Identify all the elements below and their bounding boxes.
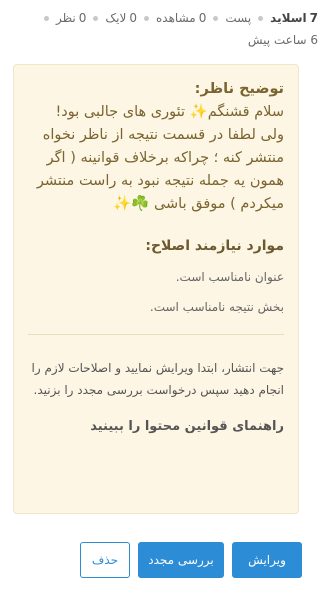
post-type-stat: پست — [225, 7, 251, 29]
fix-item: بخش نتیجه نامناسب است. — [149, 300, 284, 314]
comments-stat: 0 نظر — [56, 7, 86, 29]
views-count: 0 — [198, 11, 207, 25]
likes-stat: 0 لایک — [105, 7, 137, 29]
reviewer-note-text: سلام قشنگم✨ تئوری های جالبی بود! ولی لطف… — [36, 104, 284, 212]
post-time: 6 ساعت پیش — [247, 33, 318, 47]
likes-label: لایک — [105, 11, 127, 25]
time-stat: 6 ساعت پیش — [248, 29, 318, 51]
action-buttons: ویرایش بررسی مجدد حذف — [80, 542, 302, 578]
post-stats-bar: 7 اسلاید پست 0 مشاهده 0 لایک 0 نظر 6 ساع… — [14, 7, 318, 51]
separator-dot — [213, 15, 219, 21]
comments-count: 0 — [78, 11, 87, 25]
reviewer-note-title: توضیح ناظر: — [194, 81, 284, 97]
fix-item: عنوان نامناسب است. — [175, 270, 284, 284]
edit-button[interactable]: ویرایش — [232, 542, 302, 578]
separator-dot — [43, 15, 49, 21]
required-fixes-title: موارد نیازمند اصلاح: — [145, 238, 284, 254]
separator-dot — [258, 15, 264, 21]
republish-instructions: جهت انتشار، ابتدا ویرایش نمایید و اصلاحا… — [31, 361, 284, 397]
slides-count: 7 — [309, 11, 318, 25]
slides-stat: 7 اسلاید — [270, 7, 318, 29]
review-feedback-card: توضیح ناظر: سلام قشنگم✨ تئوری های جالبی … — [13, 64, 299, 514]
separator-dot — [144, 15, 149, 21]
post-label: پست — [225, 11, 252, 25]
slides-label: اسلاید — [270, 11, 307, 25]
separator-dot — [93, 15, 99, 21]
divider — [28, 334, 284, 335]
content-rules-guide-link[interactable]: راهنمای قوانین محتوا را ببینید — [28, 419, 284, 434]
views-label: مشاهده — [156, 11, 196, 25]
likes-count: 0 — [129, 11, 137, 25]
comments-label: نظر — [55, 11, 76, 25]
views-stat: 0 مشاهده — [156, 7, 206, 29]
request-review-button[interactable]: بررسی مجدد — [138, 542, 224, 578]
delete-button[interactable]: حذف — [80, 542, 130, 578]
